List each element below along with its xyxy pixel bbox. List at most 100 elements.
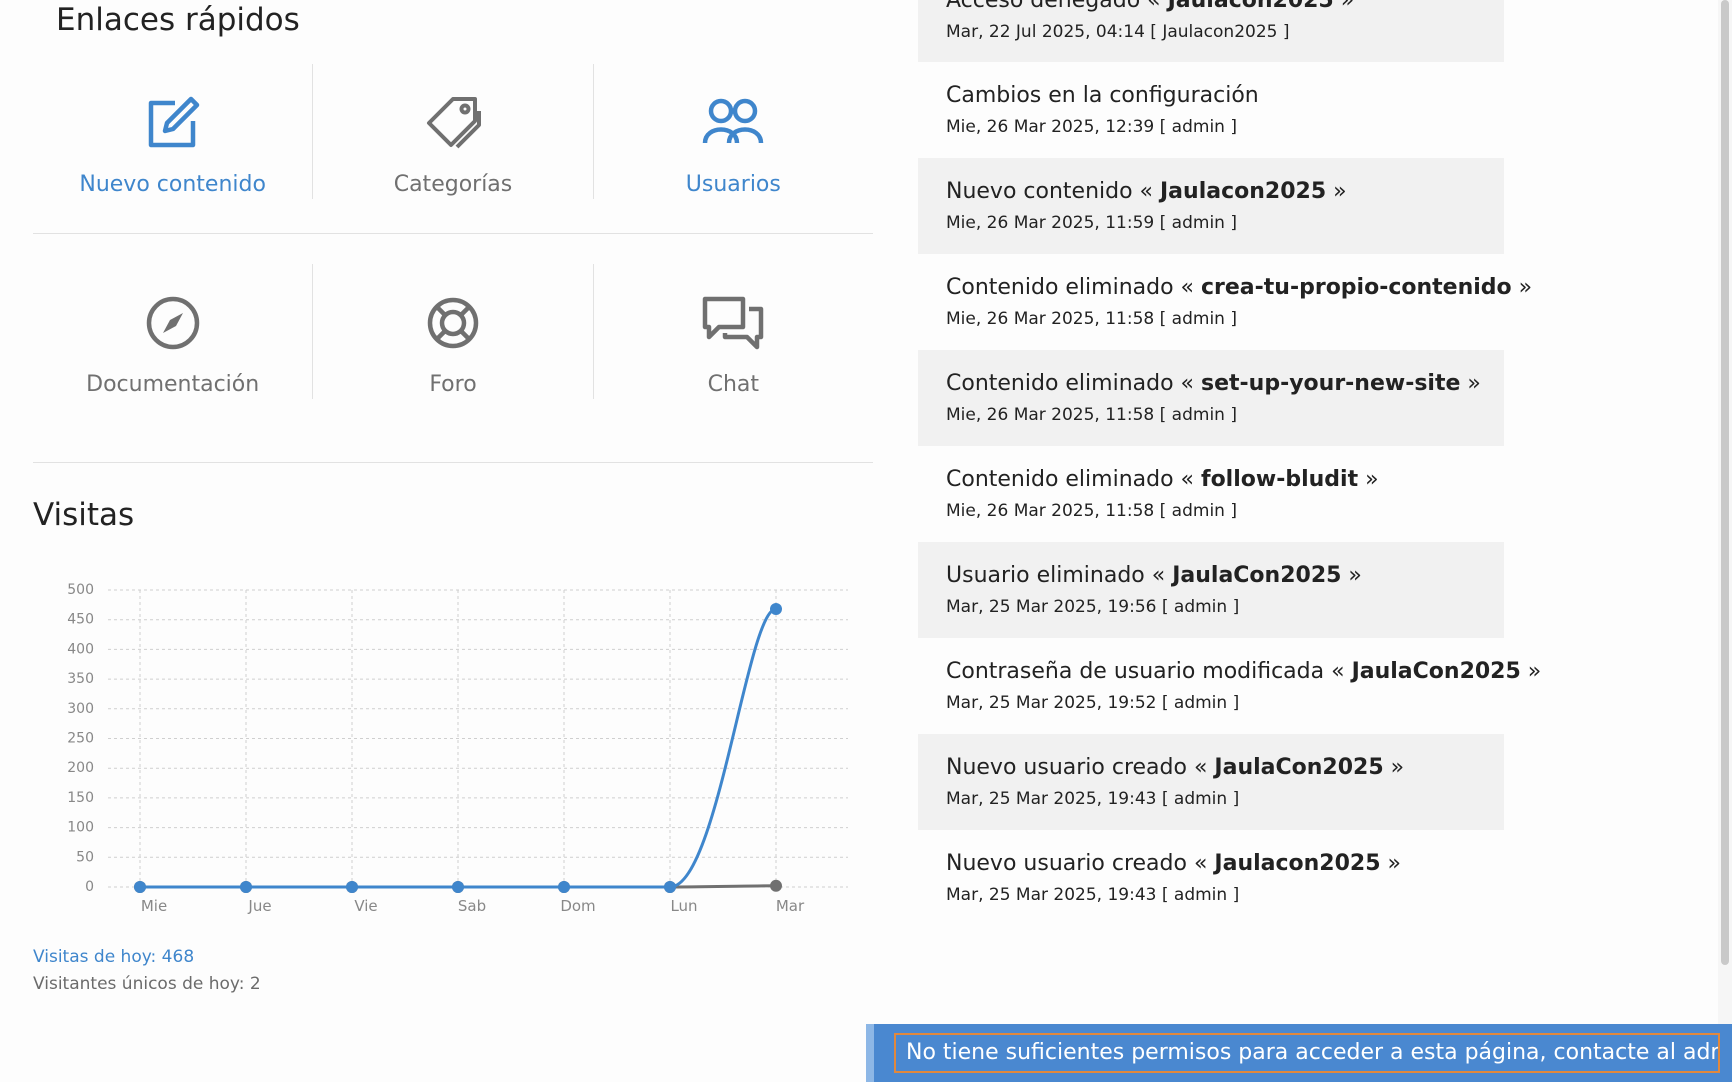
visits-today: Visitas de hoy: 468 xyxy=(33,947,195,967)
activity-event-subject: JaulaCon2025 xyxy=(1172,563,1342,588)
activity-item: Contraseña de usuario modificada « Jaula… xyxy=(918,638,1541,734)
x-tick-label: Dom xyxy=(560,897,595,915)
activity-log: Acceso denegado « Jaulacon2025 » Mar, 22 … xyxy=(918,0,1541,926)
activity-item: Nuevo usuario creado « Jaulacon2025 » Mar… xyxy=(918,830,1504,926)
activity-event-text: Nuevo contenido « xyxy=(946,179,1160,204)
x-tick-label: Mar xyxy=(776,897,805,915)
activity-event-text: Contraseña de usuario modificada « xyxy=(946,659,1352,684)
users-icon xyxy=(701,88,765,158)
divider xyxy=(33,462,873,463)
activity-meta: Mar, 25 Mar 2025, 19:52 [ admin ] xyxy=(946,693,1240,713)
activity-meta: Mie, 26 Mar 2025, 11:58 [ admin ] xyxy=(946,309,1237,329)
chat-icon xyxy=(701,288,765,358)
activity-event-suffix: » xyxy=(1511,275,1533,300)
activity-item: Nuevo usuario creado « JaulaCon2025 » Mar… xyxy=(918,734,1504,830)
main-panel: Enlaces rápidos Nuevo contenido Categorí… xyxy=(0,0,900,1082)
x-tick-label: Jue xyxy=(247,897,271,915)
activity-item: Contenido eliminado « crea-tu-propio-con… xyxy=(918,254,1532,350)
activity-event-suffix: » xyxy=(1333,0,1355,13)
quick-links-grid: Nuevo contenido Categorías Usuarios Docu… xyxy=(33,64,873,399)
activity-meta: Mie, 26 Mar 2025, 11:59 [ admin ] xyxy=(946,213,1237,233)
data-point xyxy=(558,881,570,893)
activity-event-subject: Jaulacon2025 xyxy=(1160,179,1327,204)
activity-event-subject: JaulaCon2025 xyxy=(1351,659,1521,684)
activity-item: Contenido eliminado « set-up-your-new-si… xyxy=(918,350,1504,446)
activity-event-text: Acceso denegado « xyxy=(946,0,1168,13)
x-tick-label: Sab xyxy=(458,897,486,915)
activity-event-suffix: » xyxy=(1341,563,1362,588)
activity-event: Nuevo usuario creado « JaulaCon2025 » xyxy=(946,755,1476,780)
quick-link-label: Usuarios xyxy=(685,172,781,197)
quick-link-users[interactable]: Usuarios xyxy=(594,64,873,199)
quick-link-documentation[interactable]: Documentación xyxy=(33,264,314,399)
activity-event-text: Contenido eliminado « xyxy=(946,275,1201,300)
data-point xyxy=(452,881,464,893)
activity-event: Contenido eliminado « crea-tu-propio-con… xyxy=(946,275,1532,300)
activity-event-suffix: » xyxy=(1358,467,1379,492)
data-point xyxy=(664,881,676,893)
activity-item: Usuario eliminado « JaulaCon2025 » Mar, 2… xyxy=(918,542,1504,638)
scrollbar-thumb[interactable] xyxy=(1721,0,1729,965)
activity-item: Nuevo contenido « Jaulacon2025 » Mie, 26 … xyxy=(918,158,1504,254)
activity-event-subject: set-up-your-new-site xyxy=(1201,371,1461,396)
activity-event-suffix: » xyxy=(1383,755,1405,780)
activity-event-text: Nuevo usuario creado « xyxy=(946,755,1215,780)
activity-meta: Mar, 25 Mar 2025, 19:43 [ admin ] xyxy=(946,789,1240,809)
activity-meta: Mie, 26 Mar 2025, 12:39 [ admin ] xyxy=(946,117,1237,137)
quick-links-title: Enlaces rápidos xyxy=(56,2,300,38)
activity-event: Nuevo contenido « Jaulacon2025 » xyxy=(946,179,1476,204)
activity-event-suffix: » xyxy=(1380,851,1401,876)
activity-event: Nuevo usuario creado « Jaulacon2025 » xyxy=(946,851,1476,876)
activity-event: Acceso denegado « Jaulacon2025 » xyxy=(946,0,1476,13)
scrollbar[interactable] xyxy=(1718,0,1732,1082)
activity-event-suffix: » xyxy=(1520,659,1542,684)
tag-icon xyxy=(425,88,481,158)
data-point xyxy=(346,881,358,893)
activity-meta: Mie, 26 Mar 2025, 11:58 [ admin ] xyxy=(946,405,1237,425)
activity-meta: Mie, 26 Mar 2025, 11:58 [ admin ] xyxy=(946,501,1237,521)
alert-message: No tiene suficientes permisos para acced… xyxy=(894,1033,1720,1073)
data-point xyxy=(240,881,252,893)
quick-link-chat[interactable]: Chat xyxy=(594,264,873,399)
quick-link-label: Foro xyxy=(429,372,477,397)
activity-event-suffix: » xyxy=(1460,371,1481,396)
quick-link-label: Chat xyxy=(707,372,760,397)
data-point xyxy=(770,879,782,892)
quick-link-categories[interactable]: Categorías xyxy=(313,64,594,199)
alert-toast: No tiene suficientes permisos para acced… xyxy=(866,1024,1732,1082)
compass-icon xyxy=(145,288,201,358)
unique-visitors-today: Visitantes únicos de hoy: 2 xyxy=(33,974,261,994)
activity-item: Acceso denegado « Jaulacon2025 » Mar, 22 … xyxy=(918,0,1504,62)
quick-link-new-content[interactable]: Nuevo contenido xyxy=(33,64,314,199)
activity-event-text: Contenido eliminado « xyxy=(946,371,1201,396)
y-tick-label: 0 xyxy=(85,879,94,895)
x-tick-label: Mie xyxy=(141,897,167,915)
visits-title: Visitas xyxy=(33,497,135,533)
y-tick-label: 100 xyxy=(67,820,94,836)
activity-event: Contenido eliminado « set-up-your-new-si… xyxy=(946,371,1481,396)
activity-event-text: Nuevo usuario creado « xyxy=(946,851,1215,876)
activity-event: Contraseña de usuario modificada « Jaula… xyxy=(946,659,1541,684)
lifebuoy-icon xyxy=(425,288,481,358)
activity-event-subject: crea-tu-propio-contenido xyxy=(1201,275,1512,300)
quick-link-label: Documentación xyxy=(86,372,260,397)
x-tick-label: Vie xyxy=(354,897,377,915)
activity-event-text: Usuario eliminado « xyxy=(946,563,1173,588)
quick-link-forum[interactable]: Foro xyxy=(313,264,594,399)
activity-meta: Mar, 22 Jul 2025, 04:14 [ Jaulacon2025 ] xyxy=(946,22,1290,42)
y-tick-label: 200 xyxy=(67,760,94,776)
activity-event: Contenido eliminado « follow-bludit » xyxy=(946,467,1476,492)
activity-event-subject: follow-bludit xyxy=(1201,467,1359,492)
activity-event-subject: JaulaCon2025 xyxy=(1214,755,1384,780)
activity-event-subject: Jaulacon2025 xyxy=(1214,851,1381,876)
y-tick-label: 450 xyxy=(67,612,94,628)
activity-event: Usuario eliminado « JaulaCon2025 » xyxy=(946,563,1476,588)
activity-event: Cambios en la configuración xyxy=(946,83,1476,108)
y-tick-label: 400 xyxy=(67,641,94,657)
quick-link-label: Categorías xyxy=(393,172,513,197)
data-point xyxy=(134,881,146,893)
y-tick-label: 250 xyxy=(67,731,94,747)
activity-item: Contenido eliminado « follow-bludit » Mie… xyxy=(918,446,1504,542)
y-tick-label: 150 xyxy=(67,790,94,806)
divider xyxy=(33,233,873,234)
